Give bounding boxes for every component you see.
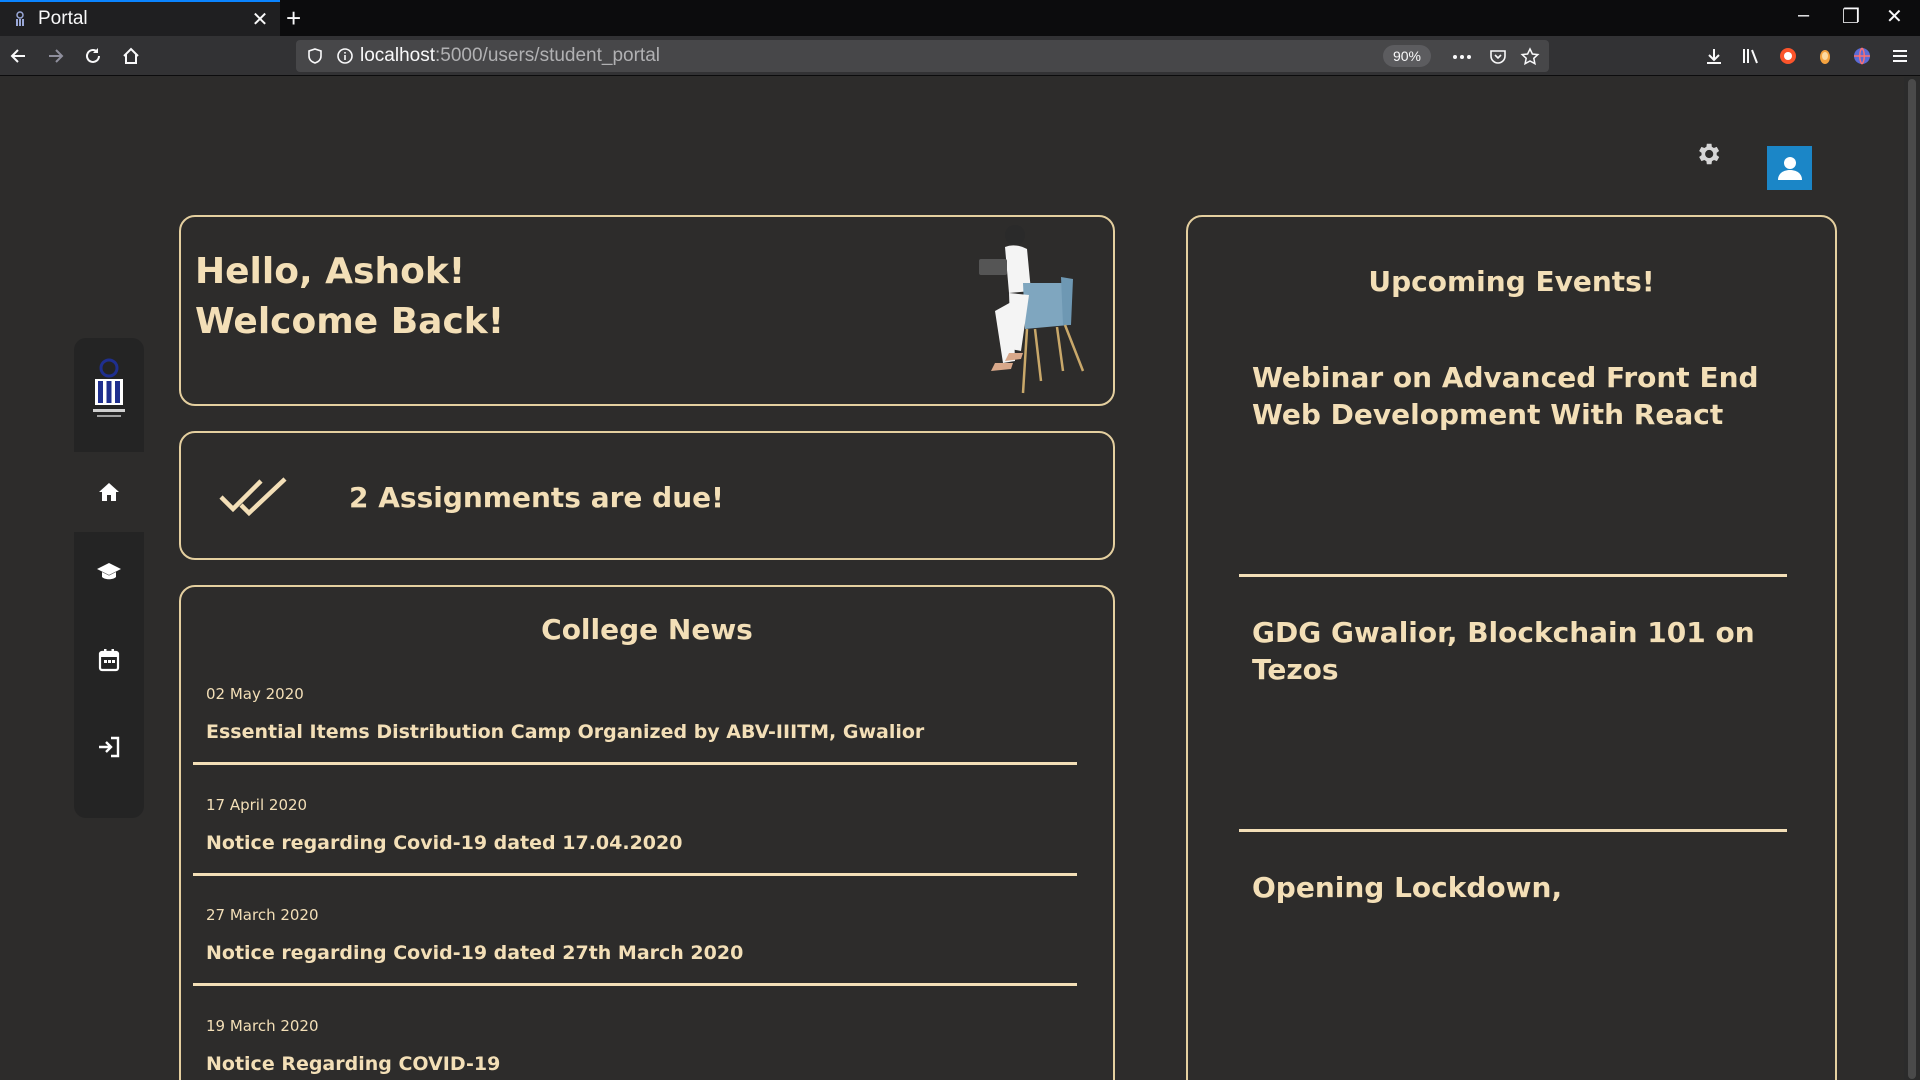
events-title: Upcoming Events!: [1368, 265, 1655, 298]
sign-out-icon: [99, 736, 120, 758]
college-news-card: College News 02 May 2020 Essential Items…: [179, 585, 1115, 1080]
event-title-link[interactable]: Webinar on Advanced Front End Web Develo…: [1252, 359, 1772, 433]
news-headline-link[interactable]: Essential Items Distribution Camp Organi…: [206, 721, 924, 743]
back-button[interactable]: [5, 42, 33, 70]
double-check-icon: [219, 477, 287, 517]
hamburger-menu-icon: [1893, 50, 1907, 62]
extension-icon: [1820, 50, 1830, 64]
news-title: College News: [541, 613, 753, 646]
url-path: :5000/users/student_portal: [435, 45, 660, 66]
greeting-text: Hello, Ashok! Welcome Back!: [195, 247, 504, 347]
menu-button[interactable]: [1886, 42, 1914, 70]
browser-nav-bar: localhost :5000/users/student_portal 90%: [0, 36, 1920, 76]
user-icon: [1777, 157, 1802, 180]
news-headline-link[interactable]: Notice regarding Covid-19 dated 27th Mar…: [206, 942, 743, 964]
url-host: localhost: [360, 45, 435, 66]
greeting-card: Hello, Ashok! Welcome Back!: [179, 215, 1115, 406]
reload-button[interactable]: [79, 42, 107, 70]
person-on-laptop-illustration: [979, 225, 1085, 394]
assignments-due-text: 2 Assignments are due!: [349, 481, 724, 514]
shield-icon[interactable]: [306, 47, 324, 65]
upcoming-events-card: Upcoming Events! Webinar on Advanced Fro…: [1186, 215, 1837, 1080]
news-date: 17 April 2020: [206, 796, 308, 814]
address-bar[interactable]: localhost :5000/users/student_portal 90%: [296, 40, 1549, 72]
pocket-icon[interactable]: [1487, 46, 1509, 68]
news-headline-link[interactable]: Notice Regarding COVID-19: [206, 1053, 500, 1075]
assignments-card[interactable]: 2 Assignments are due!: [179, 431, 1115, 560]
home-button[interactable]: [117, 42, 145, 70]
avatar[interactable]: [1767, 146, 1812, 190]
news-date: 19 March 2020: [206, 1017, 319, 1035]
minimize-button[interactable]: –: [1798, 4, 1809, 27]
greeting-line-1: Hello, Ashok!: [195, 251, 466, 292]
event-item[interactable]: Opening Lockdown,: [1239, 869, 1787, 1069]
tab-close-icon[interactable]: ✕: [246, 7, 274, 31]
info-icon[interactable]: [336, 47, 354, 65]
home-outline-icon: [123, 47, 139, 64]
news-headline-link[interactable]: Notice regarding Covid-19 dated 17.04.20…: [206, 832, 682, 854]
sidebar-logo[interactable]: [74, 344, 144, 434]
reload-icon: [86, 48, 100, 63]
graduation-cap-icon: [97, 563, 121, 580]
scrollbar-thumb[interactable]: [1908, 79, 1916, 1079]
sidebar-item-courses[interactable]: [74, 532, 144, 612]
restore-button[interactable]: ❐: [1842, 4, 1860, 29]
library-button[interactable]: [1737, 42, 1765, 70]
close-window-button[interactable]: ✕: [1886, 4, 1903, 29]
news-item[interactable]: 19 March 2020 Notice Regarding COVID-19: [193, 1017, 1077, 1080]
calendar-icon: [98, 649, 120, 672]
event-item[interactable]: GDG Gwalior, Blockchain 101 on Tezos: [1239, 614, 1787, 832]
downloads-button[interactable]: [1700, 42, 1728, 70]
sidebar-item-logout[interactable]: [74, 707, 144, 787]
event-title-link[interactable]: GDG Gwalior, Blockchain 101 on Tezos: [1252, 614, 1772, 688]
page-actions-icon[interactable]: [1451, 46, 1473, 68]
bookmark-star-icon[interactable]: [1519, 46, 1541, 68]
college-logo-icon: [93, 358, 125, 417]
gear-icon[interactable]: [1694, 140, 1722, 168]
forward-button[interactable]: [41, 42, 69, 70]
news-date: 27 March 2020: [206, 906, 319, 924]
tab-title: Portal: [38, 8, 88, 29]
event-item[interactable]: Webinar on Advanced Front End Web Develo…: [1239, 359, 1787, 577]
sidebar: [74, 338, 144, 818]
browser-tab[interactable]: Portal ✕: [0, 0, 280, 36]
extension-2-button[interactable]: [1811, 42, 1839, 70]
news-date: 02 May 2020: [206, 685, 304, 703]
college-logo-icon: [16, 11, 24, 26]
home-icon: [99, 483, 119, 501]
sidebar-item-calendar[interactable]: [74, 620, 144, 700]
arrow-left-icon: [10, 49, 25, 63]
extension-3-button[interactable]: [1848, 42, 1876, 70]
library-icon: [1743, 49, 1758, 64]
event-title-link[interactable]: Opening Lockdown,: [1252, 869, 1772, 906]
news-item[interactable]: 02 May 2020 Essential Items Distribution…: [193, 685, 1077, 765]
download-icon: [1707, 49, 1721, 64]
news-item[interactable]: 17 April 2020 Notice regarding Covid-19 …: [193, 796, 1077, 876]
globe-extension-icon: [1854, 47, 1870, 65]
greeting-line-2: Welcome Back!: [195, 301, 505, 342]
lion-extension-icon: [1780, 48, 1796, 64]
arrow-right-icon: [49, 49, 64, 63]
zoom-badge[interactable]: 90%: [1382, 45, 1431, 67]
new-tab-button[interactable]: +: [286, 3, 301, 34]
browser-tab-bar: Portal ✕ + – ❐ ✕: [0, 0, 1920, 36]
sidebar-item-home[interactable]: [74, 452, 144, 532]
news-item[interactable]: 27 March 2020 Notice regarding Covid-19 …: [193, 906, 1077, 986]
extension-1-button[interactable]: [1774, 42, 1802, 70]
